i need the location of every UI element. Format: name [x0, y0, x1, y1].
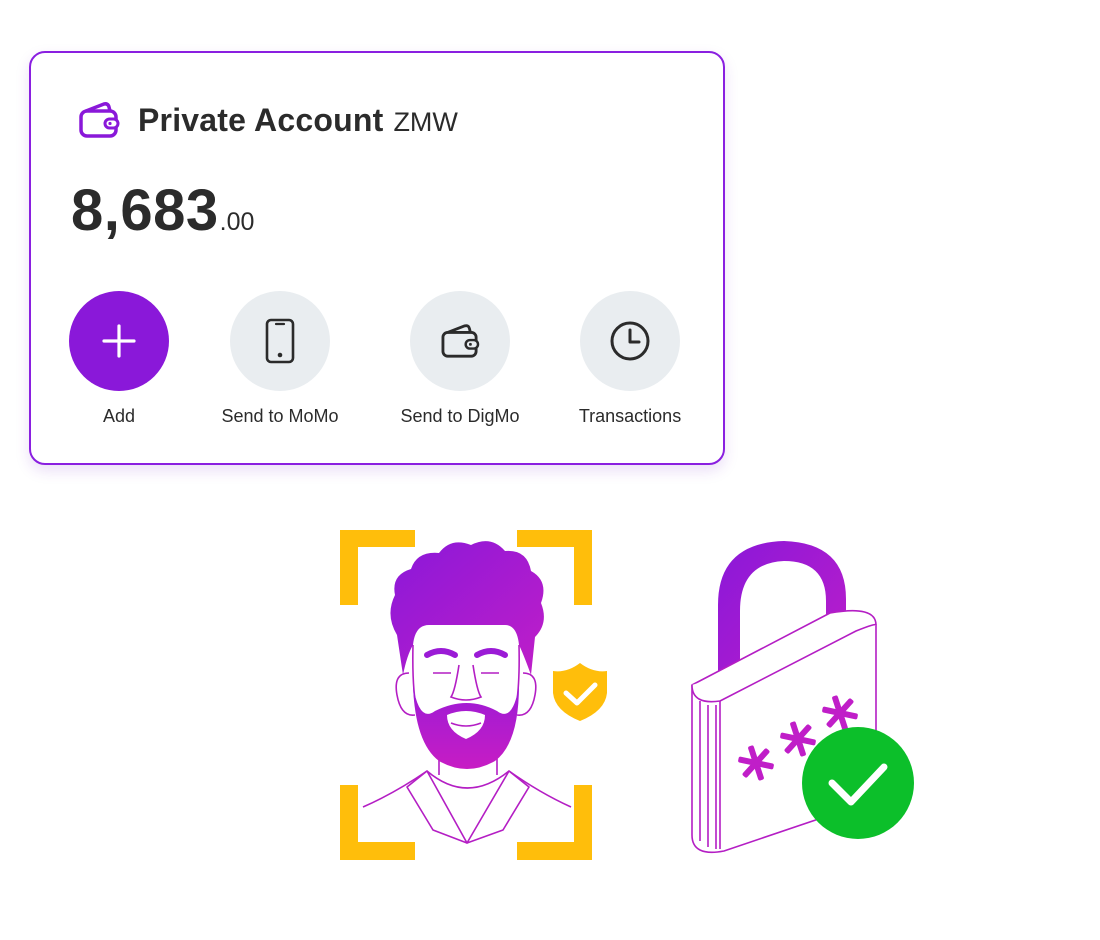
- send-to-momo-label: Send to MoMo: [221, 406, 339, 426]
- add-label: Add: [102, 406, 136, 426]
- shield-check-icon: [553, 663, 607, 721]
- add-circle[interactable]: [69, 291, 169, 391]
- balance-cents: .00: [219, 208, 255, 236]
- plus-icon: [102, 324, 136, 358]
- balance-amount: 8,683: [71, 178, 219, 243]
- success-check-icon: [802, 727, 914, 839]
- account-card: Private Account ZMW 8,683 .00 Add Send t…: [29, 51, 725, 465]
- account-currency: ZMW: [393, 106, 458, 137]
- padlock-illustration: [691, 541, 914, 854]
- send-to-digmo-button[interactable]: Send to DigMo: [370, 291, 550, 427]
- send-to-digmo-label: Send to DigMo: [400, 406, 520, 426]
- transactions-label: Transactions: [578, 406, 682, 426]
- phone-icon: [265, 318, 295, 364]
- send-to-momo-button[interactable]: Send to MoMo: [190, 291, 370, 427]
- send-to-momo-circle[interactable]: [230, 291, 330, 391]
- clock-icon: [610, 321, 650, 361]
- wallet-icon: [441, 324, 480, 358]
- wallet-icon: [79, 102, 120, 138]
- face-id-illustration: [340, 530, 607, 860]
- account-name: Private Account: [138, 101, 384, 138]
- send-to-digmo-circle[interactable]: [410, 291, 510, 391]
- account-header: Private Account ZMW: [78, 97, 458, 143]
- transactions-button[interactable]: Transactions: [540, 291, 720, 427]
- transactions-circle[interactable]: [580, 291, 680, 391]
- add-button[interactable]: Add: [29, 291, 209, 427]
- account-balance: 8,683 .00: [71, 177, 254, 244]
